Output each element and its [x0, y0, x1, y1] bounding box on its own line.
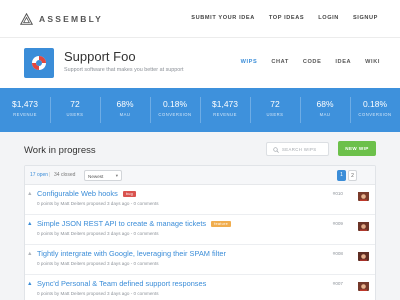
- wip-title: Tightly intergrate with Google, leveragi…: [37, 249, 226, 258]
- wip-row: ▲ Sync'd Personal & Team defined support…: [25, 275, 375, 300]
- wip-title-link[interactable]: Tightly intergrate with Google, leveragi…: [37, 249, 226, 258]
- tab-wips[interactable]: WIPS: [241, 59, 258, 65]
- stat-value: 72: [70, 99, 80, 109]
- stat-value: 0.18%: [362, 99, 388, 109]
- stat-value: 0.18%: [162, 99, 188, 109]
- wip-title-link[interactable]: Configurable Web hooks bug: [37, 189, 137, 198]
- product-title: Support Foo: [64, 49, 136, 64]
- avatar-image: [358, 252, 369, 261]
- sort-select[interactable]: Newest ▾: [84, 170, 122, 181]
- stat-label: CONVERSION: [158, 112, 192, 117]
- stat-revenue: $1,473 REVENUE: [200, 88, 250, 132]
- avatar[interactable]: [358, 190, 369, 201]
- product-logo[interactable]: [24, 48, 54, 78]
- wip-meta: 0 points by Matt Deiters proposed 3 days…: [37, 201, 159, 206]
- stat-label: CONVERSION: [358, 112, 392, 117]
- tab-code[interactable]: CODE: [303, 59, 322, 65]
- nav-submit-idea[interactable]: SUBMIT YOUR IDEA: [191, 15, 255, 21]
- filter-bar: 17 open | 34 closed Newest ▾ 1 2: [25, 166, 375, 185]
- work-section: Work in progress SEARCH WIPS NEW WIP 17 …: [0, 132, 400, 300]
- stat-value: $1,473: [212, 99, 238, 109]
- new-wip-button[interactable]: NEW WIP: [338, 141, 376, 156]
- wip-row: ▲ Tightly intergrate with Google, levera…: [25, 245, 375, 275]
- stat-value: $1,473: [12, 99, 38, 109]
- stat-users: 72 USERS: [50, 88, 100, 132]
- wip-meta: 0 points by Matt Deiters proposed 3 days…: [37, 231, 159, 236]
- stat-label: REVENUE: [213, 112, 237, 117]
- wip-tag: feature: [211, 220, 232, 227]
- wip-number: #008: [332, 251, 343, 256]
- product-header: Support Foo Support software that makes …: [0, 38, 400, 88]
- nav-login[interactable]: LOGIN: [318, 15, 339, 21]
- wip-title-link[interactable]: Simple JSON REST API to create & manage …: [37, 219, 232, 228]
- filter-open-link[interactable]: 17 open: [30, 172, 48, 178]
- chevron-down-icon: ▾: [115, 173, 118, 178]
- wip-row: ▲ Configurable Web hooks bug 0 points by …: [25, 185, 375, 215]
- upvote-arrow-icon[interactable]: ▲: [27, 191, 33, 197]
- stat-label: REVENUE: [13, 112, 37, 117]
- stat-mau: 68% MAU: [300, 88, 350, 132]
- stat-mau: 68% MAU: [100, 88, 150, 132]
- brand-logo[interactable]: ASSEMBLY: [20, 13, 103, 25]
- avatar[interactable]: [358, 250, 369, 261]
- avatar[interactable]: [358, 220, 369, 231]
- stat-value: 68%: [316, 99, 334, 109]
- upvote-arrow-icon[interactable]: ▲: [27, 221, 33, 227]
- upvote-arrow-icon[interactable]: ▲: [27, 281, 33, 287]
- wip-row: ▲ Simple JSON REST API to create & manag…: [25, 215, 375, 245]
- section-title: Work in progress: [24, 145, 96, 156]
- nav-signup[interactable]: SIGNUP: [353, 15, 378, 21]
- wip-tag: bug: [122, 190, 137, 197]
- wip-title: Simple JSON REST API to create & manage …: [37, 219, 207, 228]
- avatar[interactable]: [358, 280, 369, 291]
- wip-title-link[interactable]: Sync'd Personal & Team defined support r…: [37, 279, 206, 288]
- top-nav: SUBMIT YOUR IDEA TOP IDEAS LOGIN SIGNUP: [191, 15, 378, 21]
- tab-idea[interactable]: IDEA: [335, 59, 351, 65]
- stat-label: MAU: [319, 112, 331, 117]
- triangle-logo-icon: [20, 13, 33, 25]
- stat-revenue: $1,473 REVENUE: [0, 88, 50, 132]
- lifebuoy-icon: [32, 56, 46, 70]
- avatar-image: [358, 282, 369, 291]
- wip-title: Configurable Web hooks: [37, 189, 118, 198]
- search-icon: [273, 146, 279, 153]
- product-subtitle: Support software that makes you better a…: [64, 67, 184, 73]
- avatar-image: [358, 222, 369, 231]
- stat-conversion: 0.18% CONVERSION: [350, 88, 400, 132]
- tab-wiki[interactable]: WIKI: [365, 59, 380, 65]
- pagination: 1 2: [337, 170, 357, 181]
- stat-label: USERS: [266, 112, 284, 117]
- search-input[interactable]: SEARCH WIPS: [266, 142, 329, 156]
- filter-divider: |: [49, 172, 51, 178]
- stat-value: 68%: [116, 99, 134, 109]
- wip-meta: 0 points by Matt Deiters proposed 3 days…: [37, 261, 159, 266]
- avatar-image: [358, 192, 369, 201]
- wip-number: #009: [332, 221, 343, 226]
- wip-number: #007: [332, 281, 343, 286]
- wip-meta: 0 points by Matt Deiters proposed 3 days…: [37, 291, 159, 296]
- top-bar: ASSEMBLY SUBMIT YOUR IDEA TOP IDEAS LOGI…: [0, 0, 400, 38]
- wip-list-panel: 17 open | 34 closed Newest ▾ 1 2 ▲ Confi…: [24, 165, 376, 300]
- stat-value: 72: [270, 99, 280, 109]
- stat-users: 72 USERS: [250, 88, 300, 132]
- search-placeholder: SEARCH WIPS: [282, 147, 317, 152]
- sort-value: Newest: [88, 173, 104, 179]
- tab-chat[interactable]: CHAT: [271, 59, 289, 65]
- nav-top-ideas[interactable]: TOP IDEAS: [269, 15, 304, 21]
- filter-closed-link[interactable]: 34 closed: [54, 172, 75, 178]
- product-tabs: WIPS CHAT CODE IDEA WIKI: [241, 59, 380, 65]
- wip-title: Sync'd Personal & Team defined support r…: [37, 279, 207, 288]
- stats-band: $1,473 REVENUE 72 USERS 68% MAU 0.18% CO…: [0, 88, 400, 132]
- wip-number: #010: [332, 191, 343, 196]
- stat-label: USERS: [66, 112, 84, 117]
- page-button-1[interactable]: 1: [337, 170, 346, 181]
- upvote-arrow-icon[interactable]: ▲: [27, 251, 33, 257]
- page-button-2[interactable]: 2: [348, 170, 357, 181]
- brand-name: ASSEMBLY: [39, 14, 104, 24]
- stat-conversion: 0.18% CONVERSION: [150, 88, 200, 132]
- stat-label: MAU: [119, 112, 131, 117]
